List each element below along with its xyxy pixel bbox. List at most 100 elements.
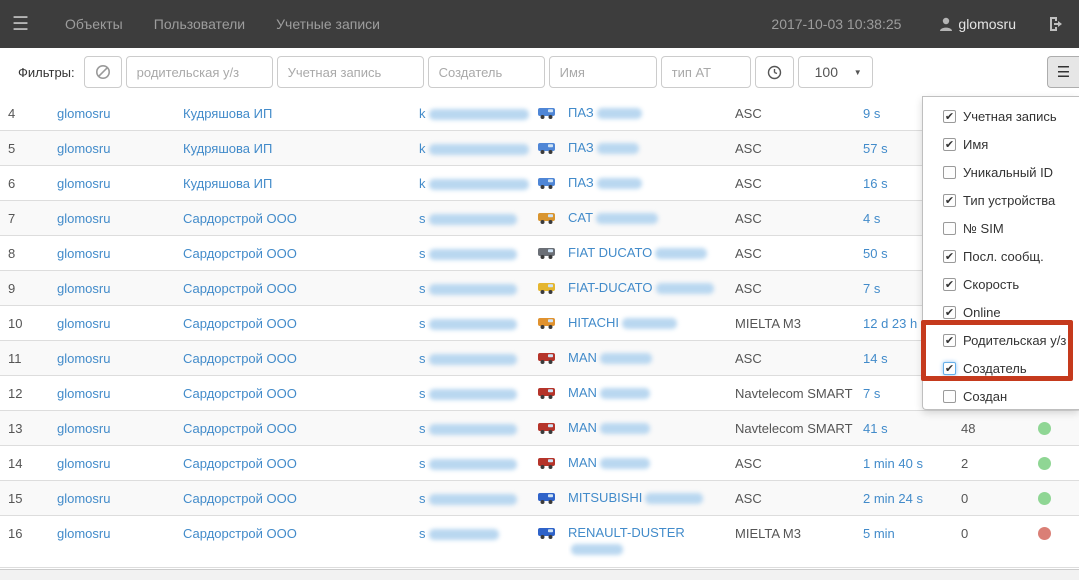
parent-account-link[interactable]: Кудряшова ИП [183,141,272,156]
checkbox[interactable]: ✔ [943,138,956,151]
object-name-link[interactable]: FIAT DUCATO [568,245,707,260]
account-link[interactable]: glomosru [57,526,110,541]
parent-account-link[interactable]: Сардорстрой ООО [183,421,297,436]
parent-account-link[interactable]: Сардорстрой ООО [183,281,297,296]
current-user[interactable]: glomosru [939,16,1016,32]
last-message-link[interactable]: 2 min 24 s [863,491,923,506]
creator-link[interactable]: s [419,421,517,436]
parent-account-link[interactable]: Сардорстрой ООО [183,456,297,471]
last-message-link[interactable]: 7 s [863,386,880,401]
parent-account-link[interactable]: Сардорстрой ООО [183,351,297,366]
creator-link[interactable]: s [419,211,517,226]
account-link[interactable]: glomosru [57,351,110,366]
time-filter-button[interactable] [755,56,794,88]
clear-filters-button[interactable] [84,56,122,88]
column-menu-item[interactable]: ✔Скорость [923,270,1079,298]
account-link[interactable]: glomosru [57,141,110,156]
checkbox[interactable]: ✔ [943,362,956,375]
logout-button[interactable] [1048,16,1065,32]
creator-link[interactable]: k [419,141,529,156]
checkbox[interactable]: ✔ [943,306,956,319]
account-link[interactable]: glomosru [57,386,110,401]
last-message-link[interactable]: 1 min 40 s [863,456,923,471]
creator-link[interactable]: s [419,246,517,261]
last-message-link[interactable]: 4 s [863,211,880,226]
column-menu-item[interactable]: Создан [923,382,1079,410]
checkbox[interactable]: ✔ [943,110,956,123]
object-name-link[interactable]: MAN [568,350,652,365]
object-name-link[interactable]: MAN [568,420,650,435]
parent-account-link[interactable]: Сардорстрой ООО [183,491,297,506]
device-type-filter-input[interactable] [661,56,751,88]
checkbox[interactable]: ✔ [943,334,956,347]
checkbox[interactable] [943,390,956,403]
page-size-select[interactable]: 100 ▼ [798,56,873,88]
column-menu-item[interactable]: № SIM [923,214,1079,242]
column-menu-item[interactable]: ✔Учетная запись [923,102,1079,130]
account-link[interactable]: glomosru [57,421,110,436]
column-menu-item[interactable]: ✔Посл. сообщ. [923,242,1079,270]
last-message-link[interactable]: 5 min [863,526,895,541]
parent-account-link[interactable]: Кудряшова ИП [183,106,272,121]
parent-account-filter-input[interactable] [126,56,273,88]
creator-link[interactable]: k [419,176,529,191]
creator-filter-input[interactable] [428,56,545,88]
account-link[interactable]: glomosru [57,106,110,121]
nav-item-accounts[interactable]: Учетные записи [276,16,380,32]
parent-account-link[interactable]: Сардорстрой ООО [183,526,297,541]
account-filter-input[interactable] [277,56,424,88]
column-menu-item[interactable]: ✔Имя [923,130,1079,158]
object-name-link[interactable]: ПАЗ [568,140,639,155]
column-menu-item[interactable]: ✔Родительская у/з [923,326,1079,354]
object-name-link[interactable]: MAN [568,385,650,400]
checkbox[interactable] [943,222,956,235]
last-message-link[interactable]: 50 s [863,246,888,261]
last-message-link[interactable]: 12 d 23 h [863,316,917,331]
checkbox[interactable]: ✔ [943,194,956,207]
parent-account-link[interactable]: Сардорстрой ООО [183,316,297,331]
account-link[interactable]: glomosru [57,491,110,506]
nav-item-users[interactable]: Пользователи [154,16,245,32]
object-name-link[interactable]: MAN [568,455,650,470]
parent-account-link[interactable]: Сардорстрой ООО [183,211,297,226]
creator-link[interactable]: s [419,491,517,506]
object-name-link[interactable]: FIAT-DUCATO [568,280,714,295]
last-message-link[interactable]: 7 s [863,281,880,296]
object-name-link[interactable]: MITSUBISHI [568,490,703,505]
column-menu-item[interactable]: ✔Online [923,298,1079,326]
hamburger-menu-icon[interactable]: ☰ [12,13,34,36]
column-menu-item[interactable]: ✔Создатель [923,354,1079,382]
checkbox[interactable]: ✔ [943,250,956,263]
object-name-link[interactable]: ПАЗ [568,105,642,120]
nav-item-objects[interactable]: Объекты [65,16,123,32]
account-link[interactable]: glomosru [57,246,110,261]
parent-account-link[interactable]: Сардорстрой ООО [183,386,297,401]
column-settings-button[interactable]: ☰ [1047,56,1079,88]
account-link[interactable]: glomosru [57,456,110,471]
parent-account-link[interactable]: Кудряшова ИП [183,176,272,191]
checkbox[interactable]: ✔ [943,278,956,291]
last-message-link[interactable]: 14 s [863,351,888,366]
creator-link[interactable]: s [419,316,517,331]
creator-link[interactable]: s [419,456,517,471]
object-name-link[interactable]: ПАЗ [568,175,642,190]
account-link[interactable]: glomosru [57,316,110,331]
parent-account-link[interactable]: Сардорстрой ООО [183,246,297,261]
last-message-link[interactable]: 16 s [863,176,888,191]
column-menu-item[interactable]: ✔Тип устройства [923,186,1079,214]
object-name-link[interactable]: CAT [568,210,658,225]
account-link[interactable]: glomosru [57,211,110,226]
creator-link[interactable]: s [419,386,517,401]
column-menu-item[interactable]: Уникальный ID [923,158,1079,186]
creator-link[interactable]: s [419,281,517,296]
last-message-link[interactable]: 41 s [863,421,888,436]
name-filter-input[interactable] [549,56,657,88]
last-message-link[interactable]: 57 s [863,141,888,156]
creator-link[interactable]: s [419,351,517,366]
object-name-link[interactable]: RENAULT-DUSTER [568,525,685,540]
account-link[interactable]: glomosru [57,176,110,191]
checkbox[interactable] [943,166,956,179]
creator-link[interactable]: k [419,106,529,121]
creator-link[interactable]: s [419,526,499,541]
object-name-link[interactable]: HITACHI [568,315,677,330]
